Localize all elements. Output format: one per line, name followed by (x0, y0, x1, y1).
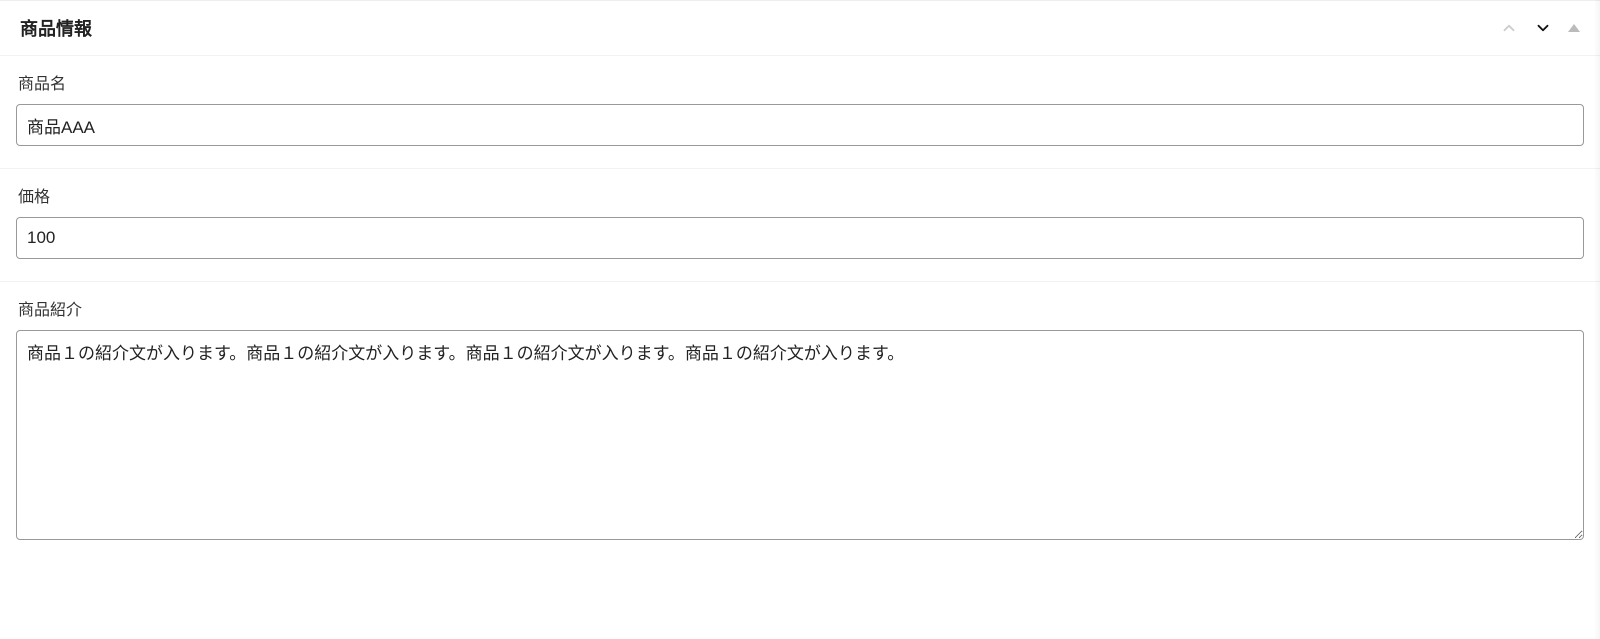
product-intro-label: 商品紹介 (18, 296, 1584, 320)
panel-title: 商品情報 (20, 15, 92, 41)
price-input[interactable] (16, 217, 1584, 259)
panel-controls (1500, 19, 1580, 37)
panel-header: 商品情報 (0, 1, 1600, 56)
product-name-label: 商品名 (18, 70, 1584, 94)
chevron-up-icon[interactable] (1500, 19, 1518, 37)
product-name-field: 商品名 (0, 56, 1600, 169)
chevron-down-icon[interactable] (1534, 19, 1552, 37)
product-intro-field: 商品紹介 (0, 282, 1600, 567)
price-field: 価格 (0, 169, 1600, 282)
product-name-input[interactable] (16, 104, 1584, 146)
product-info-panel: 商品情報 商品名 価格 商品紹介 (0, 0, 1600, 567)
price-label: 価格 (18, 183, 1584, 207)
product-intro-textarea[interactable] (16, 330, 1584, 540)
triangle-up-icon[interactable] (1568, 24, 1580, 32)
